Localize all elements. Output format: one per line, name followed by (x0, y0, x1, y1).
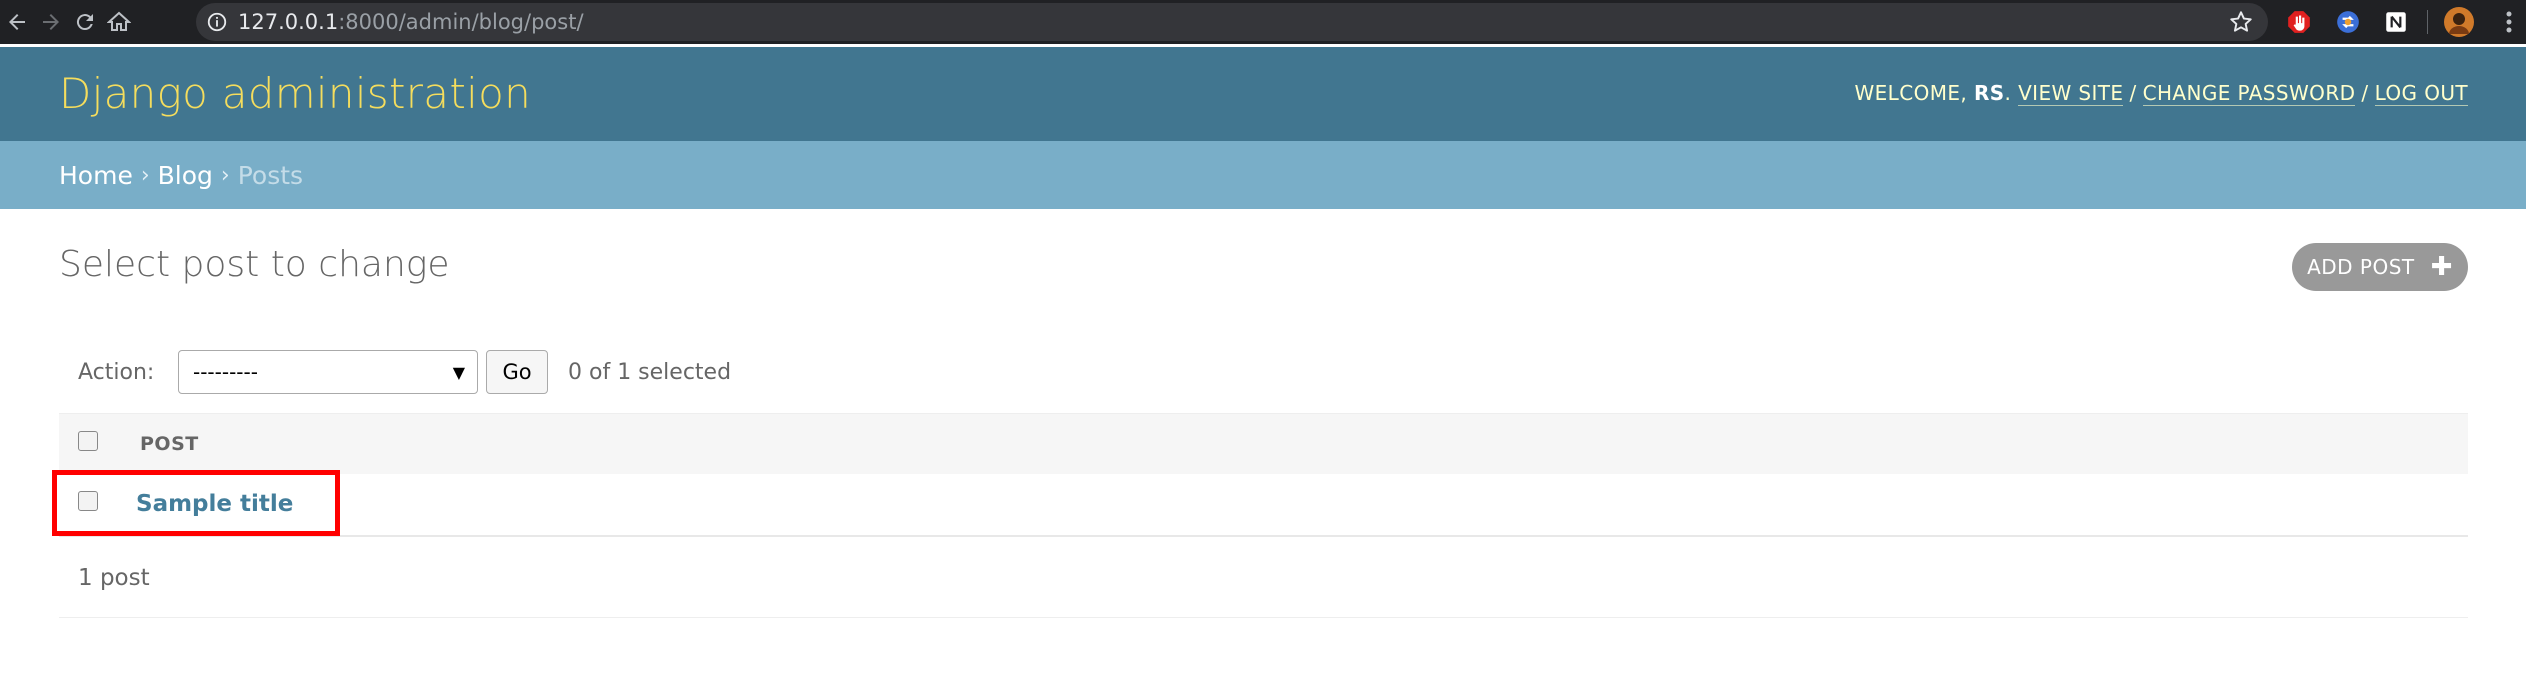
username: RS (1973, 81, 2005, 105)
action-select[interactable]: --------- ▼ (178, 350, 478, 394)
table-row: Sample title (59, 474, 2468, 537)
reload-icon[interactable] (68, 0, 102, 44)
breadcrumb-blog[interactable]: Blog (158, 161, 213, 190)
info-icon[interactable] (196, 11, 238, 33)
page-title: Select post to change (59, 244, 450, 285)
star-icon[interactable] (2228, 9, 2254, 35)
action-select-value: --------- (193, 360, 258, 384)
notion-icon[interactable] (2381, 7, 2411, 37)
dropdown-caret-icon: ▼ (452, 362, 465, 382)
action-label: Action: (78, 359, 155, 385)
breadcrumb: Home › Blog › Posts (0, 141, 2526, 209)
url-text: 127.0.0.1:8000/admin/blog/post/ (238, 10, 584, 34)
change-password-link[interactable]: CHANGE PASSWORD (2142, 81, 2356, 106)
admin-header: Django administration WELCOME, RS. VIEW … (0, 47, 2526, 141)
table-header: POST (59, 413, 2468, 474)
address-bar[interactable]: 127.0.0.1:8000/admin/blog/post/ (196, 3, 2268, 41)
view-site-link[interactable]: VIEW SITE (2018, 81, 2124, 106)
selection-counter: 0 of 1 selected (568, 359, 732, 385)
back-icon[interactable] (0, 0, 34, 44)
adblock-icon[interactable] (2284, 7, 2314, 37)
add-post-button[interactable]: ADD POST ✚ (2292, 243, 2468, 291)
forward-icon[interactable] (34, 0, 68, 44)
breadcrumb-separator: › (220, 162, 230, 188)
column-header-post[interactable]: POST (140, 433, 199, 455)
breadcrumb-home[interactable]: Home (59, 161, 133, 190)
paginator: 1 post (59, 537, 2468, 618)
go-button[interactable]: Go (486, 350, 548, 394)
site-title[interactable]: Django administration (59, 69, 531, 118)
url-host: 127.0.0.1 (238, 10, 339, 34)
add-post-label: ADD POST (2307, 255, 2415, 279)
browser-toolbar: 127.0.0.1:8000/admin/blog/post/ (0, 0, 2526, 44)
log-out-link[interactable]: LOG OUT (2374, 81, 2468, 106)
home-icon[interactable] (102, 0, 136, 44)
toolbar-divider (2427, 10, 2428, 34)
welcome-text: WELCOME, (1854, 81, 1974, 105)
plus-icon: ✚ (2430, 252, 2453, 282)
highlight-annotation (52, 470, 340, 536)
menu-icon[interactable] (2494, 7, 2524, 37)
breadcrumb-separator: › (140, 162, 150, 188)
select-all-checkbox[interactable] (78, 431, 98, 451)
actions-bar: Action: --------- ▼ Go 0 of 1 selected (78, 350, 731, 394)
url-path: :8000/admin/blog/post/ (338, 10, 584, 34)
profile-avatar[interactable] (2444, 7, 2474, 37)
breadcrumb-current: Posts (237, 160, 304, 190)
user-tools: WELCOME, RS. VIEW SITE / CHANGE PASSWORD / L… (1854, 81, 2468, 106)
sync-icon[interactable] (2333, 7, 2363, 37)
